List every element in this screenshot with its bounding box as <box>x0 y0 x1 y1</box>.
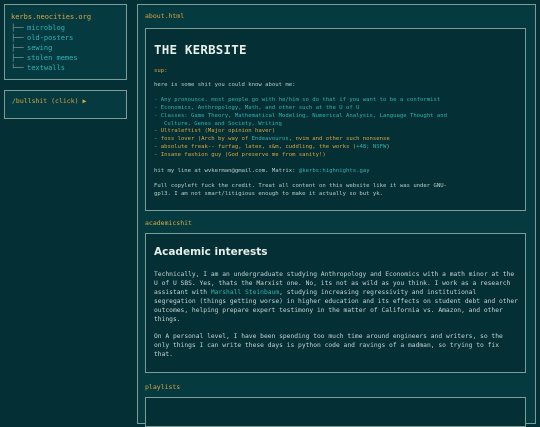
marshall-steinbaum-link[interactable]: Marshall Steinbaum <box>211 289 279 296</box>
nav-link-label[interactable]: microblog <box>27 23 65 33</box>
page-title: THE KERBSITE <box>154 42 247 57</box>
main-content: about.html THE KERBSITE sup: here is som… <box>137 4 536 427</box>
greeting: sup: <box>154 68 168 74</box>
contact-matrix-label: . Matrix: <box>265 168 299 175</box>
list-item-text: , nvim and other such nonsense <box>288 136 390 143</box>
nav-item-stolen-memes[interactable]: ├── stolen memes <box>11 53 120 63</box>
list-item: - foss lover (Arch by way of Endeavouros… <box>154 136 518 144</box>
list-item: - Any pronounce. most people go with he/… <box>154 96 441 103</box>
academic-title: Academic interests <box>154 246 268 258</box>
list-item: - Economics, Anthropology, Math, and oth… <box>154 104 360 111</box>
list-item: Culture, Genes and Society, Writing <box>164 120 282 127</box>
nav-link-label[interactable]: old-posters <box>27 33 73 43</box>
playlists-card <box>145 397 526 427</box>
tree-last: └── <box>11 64 24 72</box>
contact-prefix: hit my line at <box>154 168 205 175</box>
nav-link-label[interactable]: textwalls <box>27 63 65 73</box>
sidebar-nav: kerbs.neocities.org ├── microblog ├── ol… <box>4 4 127 80</box>
intro-text: here is some shit you could know about m… <box>154 81 296 88</box>
academic-card: Academic interests Technically, I am an … <box>145 233 526 373</box>
tree-branch: ├── <box>11 54 24 62</box>
section-label-academic: academicshit <box>145 219 192 227</box>
tree-branch: ├── <box>11 34 24 42</box>
contact-line: hit my line at wvkerman@gmail.com. Matri… <box>154 168 518 176</box>
tree-branch: ├── <box>11 24 24 32</box>
copyleft-line-1: Full copyleft fuck the credit. Treat all… <box>154 182 447 189</box>
list-item: - absolute freak-- furfag, latex, s&m, c… <box>154 144 518 152</box>
nav-link-label[interactable]: sewing <box>27 43 52 53</box>
section-label-about: about.html <box>145 12 185 20</box>
list-item: - Classes: Game Theory, Mathematical Mod… <box>154 112 447 119</box>
nav-item-microblog[interactable]: ├── microblog <box>11 23 120 33</box>
about-list: - Any pronounce. most people go with he/… <box>154 97 518 160</box>
list-item-text: - absolute freak-- furfag, latex, s&m, c… <box>154 144 357 151</box>
academic-paragraph-2: On A personal level, I have been spendin… <box>154 332 503 358</box>
section-label-playlists: playlists <box>145 383 181 391</box>
nav-link-label[interactable]: stolen memes <box>27 53 78 63</box>
academic-paragraph-1: Technically, I am an undergraduate study… <box>154 270 518 325</box>
nsfw-link[interactable]: +48; NSFW <box>356 144 386 150</box>
bullshit-link[interactable]: /bullshit (click) ▶ <box>12 97 119 106</box>
site-title-link[interactable]: kerbs.neocities.org <box>11 12 120 22</box>
about-card: THE KERBSITE sup: here is some shit you … <box>145 28 526 211</box>
matrix-link[interactable]: @kerbs:highnights.gay <box>299 168 370 174</box>
list-item: - Ultraleftist (Major opinion haver) <box>154 128 276 135</box>
bullshit-box: /bullshit (click) ▶ <box>4 90 127 119</box>
endeavouros-link[interactable]: Endeavouros <box>252 136 289 142</box>
copyleft-line-2: gpl3. I am not smart/litigious enough to… <box>154 190 384 197</box>
list-item-text: ) <box>386 144 390 151</box>
tree-branch: ├── <box>11 44 24 52</box>
nav-item-textwalls[interactable]: └── textwalls <box>11 63 120 73</box>
nav-item-old-posters[interactable]: ├── old-posters <box>11 33 120 43</box>
nav-item-sewing[interactable]: ├── sewing <box>11 43 120 53</box>
list-item: - Insane fashion guy (God preserve me fr… <box>154 152 326 159</box>
list-item-text: - foss lover (Arch by way of <box>154 136 252 143</box>
contact-email: wvkerman@gmail.com <box>204 168 266 175</box>
